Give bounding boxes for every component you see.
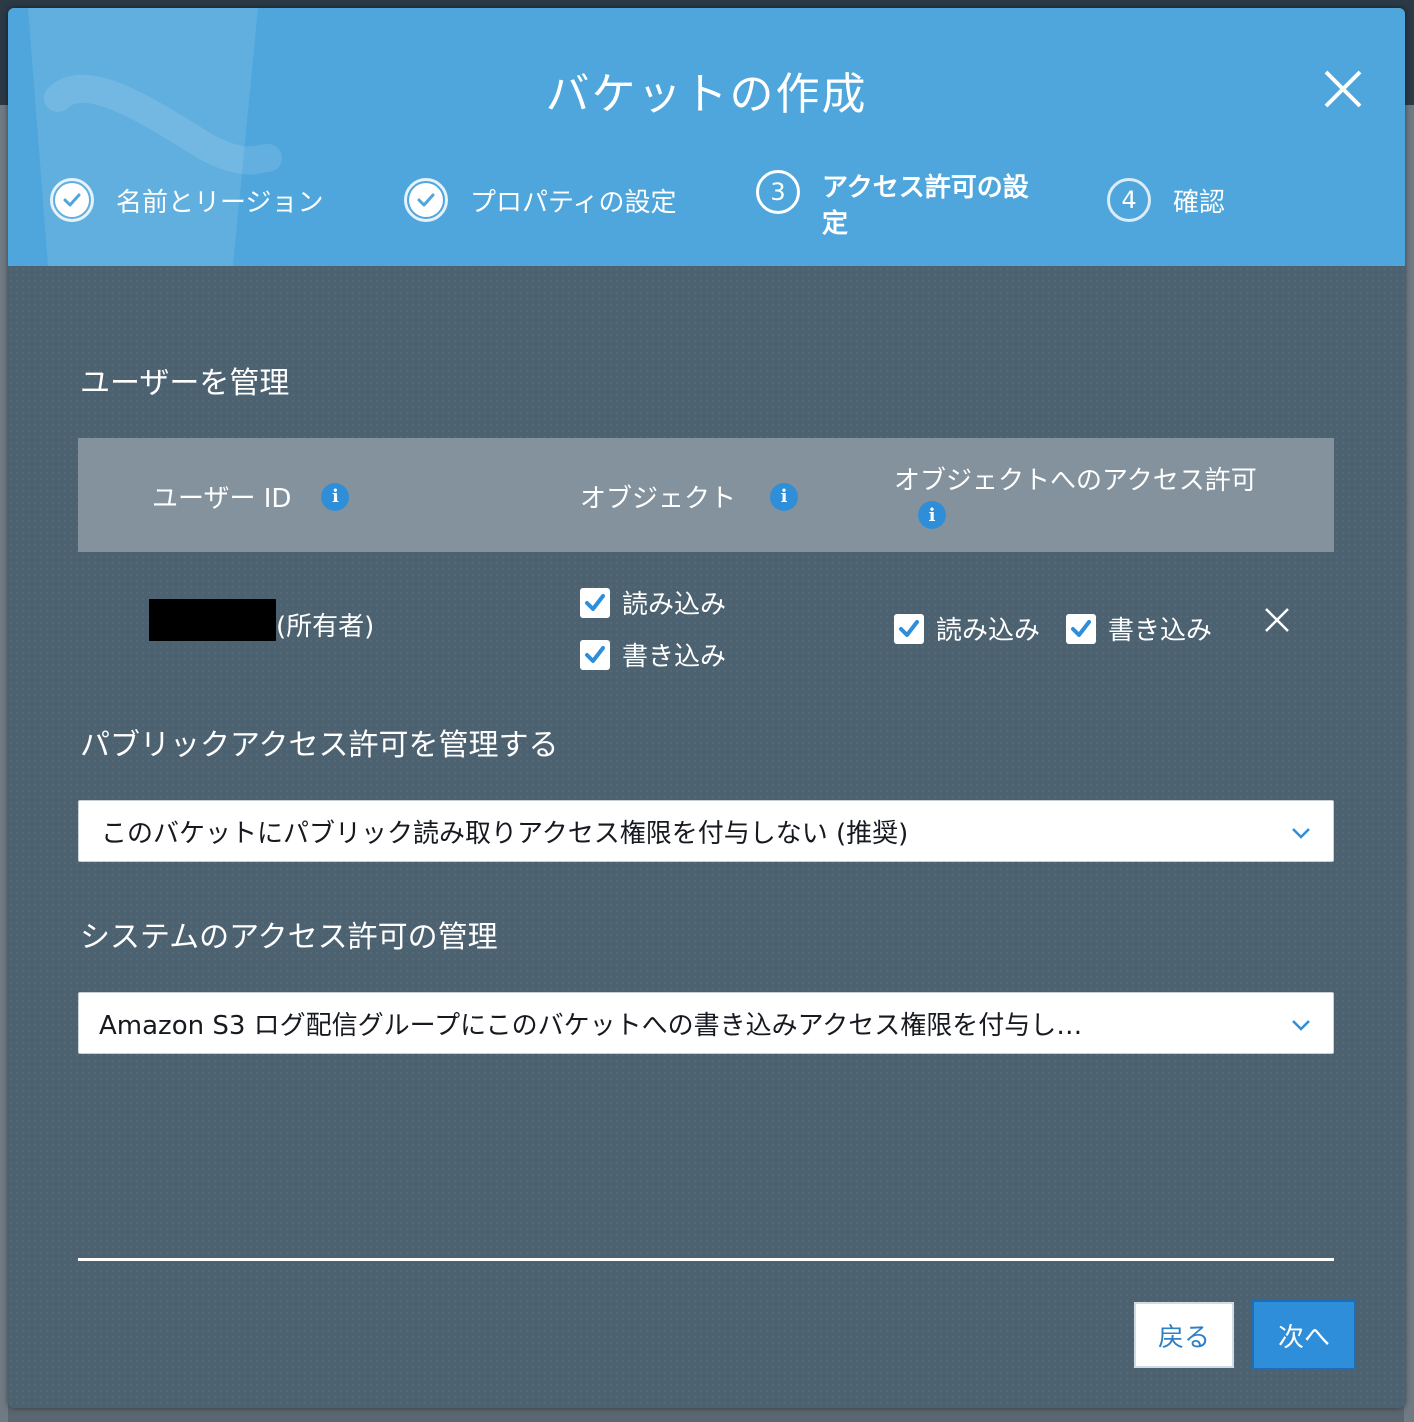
perm-read-checkbox[interactable] [894, 613, 924, 644]
checkbox-label: 読み込み [936, 616, 1041, 646]
checkbox-label: 書き込み [622, 642, 727, 672]
step-label-line: 定 [822, 209, 849, 239]
next-button[interactable]: 次へ [1252, 1300, 1356, 1370]
step-label: 確認 [1173, 187, 1226, 218]
check-icon [899, 619, 919, 637]
step-label-active: アクセス許可の設 定 [822, 170, 1062, 242]
column-label: オブジェクト [580, 484, 737, 514]
step-permissions[interactable]: 3 アクセス許可の設 定 [756, 170, 1062, 242]
close-icon[interactable] [1320, 66, 1366, 112]
perm-read-option[interactable]: 読み込み [894, 610, 1040, 647]
info-icon[interactable]: i [770, 482, 799, 511]
select-value: このバケットにパブリック読み取りアクセス権限を付与しない (推奨) [101, 818, 909, 849]
column-label: オブジェクトへのアクセス許可 [894, 466, 1257, 496]
object-write-option[interactable]: 書き込み [580, 636, 726, 673]
step-label: 名前とリージョン [116, 187, 324, 218]
step-done-circle [404, 178, 448, 222]
column-user-id: ユーザー ID i [152, 478, 350, 515]
remove-user-icon[interactable] [1263, 606, 1291, 634]
check-icon [585, 593, 605, 611]
step-number-circle: 3 [756, 170, 800, 214]
background-left-edge [0, 105, 8, 1422]
column-label: ユーザー ID [152, 484, 292, 514]
info-icon[interactable]: i [918, 501, 946, 529]
checkbox-label: 書き込み [1108, 616, 1213, 646]
table-header: ユーザー ID i オブジェクト i オブジェクトへのアクセス許可 i [78, 438, 1334, 552]
check-icon [63, 193, 81, 207]
step-number: 4 [1121, 186, 1137, 214]
step-label: プロパティの設定 [470, 187, 677, 218]
step-label-line: アクセス許可の設 [822, 173, 1029, 203]
perm-write-option[interactable]: 書き込み [1066, 610, 1212, 647]
column-object: オブジェクト i [580, 478, 799, 515]
perm-write-checkbox[interactable] [1066, 613, 1096, 644]
public-access-select[interactable]: このバケットにパブリック読み取りアクセス権限を付与しない (推奨) [78, 800, 1334, 862]
bucket-decoration-icon [28, 8, 282, 266]
object-write-checkbox[interactable] [580, 639, 610, 670]
step-number: 3 [770, 178, 786, 206]
step-properties[interactable]: プロパティの設定 [404, 178, 676, 222]
modal-header: バケットの作成 名前とリージョン プロパティの設定 3 アクセス許可の設 定 4… [8, 8, 1405, 266]
step-done-circle [50, 178, 94, 222]
public-access-title: パブリックアクセス許可を管理する [80, 728, 559, 763]
create-bucket-modal: バケットの作成 名前とリージョン プロパティの設定 3 アクセス許可の設 定 4… [8, 8, 1405, 1408]
system-access-title: システムのアクセス許可の管理 [80, 920, 498, 955]
check-icon [417, 193, 435, 207]
step-review[interactable]: 4 確認 [1107, 178, 1225, 222]
background-right-edge [1404, 105, 1414, 1422]
check-icon [1071, 619, 1091, 637]
chevron-down-icon [1292, 1020, 1310, 1031]
step-number-circle: 4 [1107, 178, 1151, 222]
manage-users-title: ユーザーを管理 [80, 366, 290, 401]
chevron-down-icon [1292, 828, 1310, 839]
modal-title: バケットの作成 [545, 69, 868, 120]
object-read-option[interactable]: 読み込み [580, 584, 726, 621]
object-read-checkbox[interactable] [580, 587, 610, 618]
system-access-select[interactable]: Amazon S3 ログ配信グループにこのバケットへの書き込みアクセス権限を付与… [78, 992, 1334, 1054]
checkbox-label: 読み込み [622, 590, 727, 620]
redacted-user-id [149, 599, 276, 641]
check-icon [585, 645, 605, 663]
info-icon[interactable]: i [321, 482, 350, 511]
back-button[interactable]: 戻る [1134, 1302, 1234, 1368]
owner-label: (所有者) [276, 612, 375, 642]
step-name-region[interactable]: 名前とリージョン [50, 178, 323, 222]
select-value: Amazon S3 ログ配信グループにこのバケットへの書き込みアクセス権限を付与… [99, 1010, 1083, 1041]
footer-divider [78, 1258, 1334, 1261]
column-object-permissions: オブジェクトへのアクセス許可 i [894, 460, 1257, 529]
